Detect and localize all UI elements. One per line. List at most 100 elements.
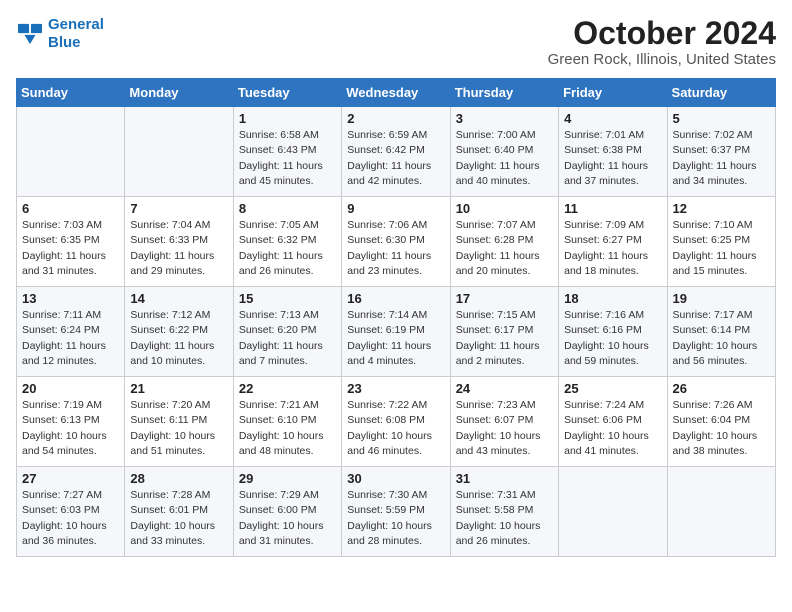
calendar-body: 1 Sunrise: 6:58 AMSunset: 6:43 PMDaylight… <box>17 107 776 557</box>
calendar-cell <box>667 467 775 557</box>
day-number: 1 <box>239 111 336 126</box>
day-info: Sunrise: 7:22 AMSunset: 6:08 PMDaylight:… <box>347 398 444 459</box>
calendar-cell: 23 Sunrise: 7:22 AMSunset: 6:08 PMDayligh… <box>342 377 450 467</box>
day-header-thursday: Thursday <box>450 79 558 107</box>
calendar-cell: 17 Sunrise: 7:15 AMSunset: 6:17 PMDayligh… <box>450 287 558 377</box>
day-info: Sunrise: 7:10 AMSunset: 6:25 PMDaylight:… <box>673 218 770 279</box>
calendar-cell: 19 Sunrise: 7:17 AMSunset: 6:14 PMDayligh… <box>667 287 775 377</box>
day-number: 16 <box>347 291 444 306</box>
day-info: Sunrise: 6:58 AMSunset: 6:43 PMDaylight:… <box>239 128 336 189</box>
logo: General Blue <box>16 16 104 52</box>
calendar-cell: 27Sunrise: 7:27 AMSunset: 6:03 PMDayligh… <box>17 467 125 557</box>
calendar-cell: 28 Sunrise: 7:28 AMSunset: 6:01 PMDayligh… <box>125 467 233 557</box>
calendar-cell: 25 Sunrise: 7:24 AMSunset: 6:06 PMDayligh… <box>559 377 667 467</box>
day-info: Sunrise: 7:19 AMSunset: 6:13 PMDaylight:… <box>22 398 119 459</box>
day-info: Sunrise: 7:13 AMSunset: 6:20 PMDaylight:… <box>239 308 336 369</box>
day-info: Sunrise: 7:06 AMSunset: 6:30 PMDaylight:… <box>347 218 444 279</box>
day-info: Sunrise: 7:26 AMSunset: 6:04 PMDaylight:… <box>673 398 770 459</box>
location: Green Rock, Illinois, United States <box>548 51 776 68</box>
day-number: 10 <box>456 201 553 216</box>
day-info: Sunrise: 7:31 AMSunset: 5:58 PMDaylight:… <box>456 488 553 549</box>
calendar-cell: 15Sunrise: 7:13 AMSunset: 6:20 PMDayligh… <box>233 287 341 377</box>
day-number: 3 <box>456 111 553 126</box>
calendar-cell: 11Sunrise: 7:09 AMSunset: 6:27 PMDayligh… <box>559 197 667 287</box>
calendar-cell: 1 Sunrise: 6:58 AMSunset: 6:43 PMDaylight… <box>233 107 341 197</box>
day-info: Sunrise: 7:01 AMSunset: 6:38 PMDaylight:… <box>564 128 661 189</box>
day-info: Sunrise: 7:24 AMSunset: 6:06 PMDaylight:… <box>564 398 661 459</box>
logo-text: General Blue <box>48 16 104 52</box>
calendar-cell <box>559 467 667 557</box>
calendar-cell: 7 Sunrise: 7:04 AMSunset: 6:33 PMDaylight… <box>125 197 233 287</box>
day-number: 29 <box>239 471 336 486</box>
day-number: 6 <box>22 201 119 216</box>
calendar-cell: 9 Sunrise: 7:06 AMSunset: 6:30 PMDaylight… <box>342 197 450 287</box>
calendar-week-row: 6 Sunrise: 7:03 AMSunset: 6:35 PMDaylight… <box>17 197 776 287</box>
day-number: 8 <box>239 201 336 216</box>
calendar-cell: 24Sunrise: 7:23 AMSunset: 6:07 PMDayligh… <box>450 377 558 467</box>
day-info: Sunrise: 7:05 AMSunset: 6:32 PMDaylight:… <box>239 218 336 279</box>
day-info: Sunrise: 7:14 AMSunset: 6:19 PMDaylight:… <box>347 308 444 369</box>
calendar-cell: 2Sunrise: 6:59 AMSunset: 6:42 PMDaylight… <box>342 107 450 197</box>
day-number: 5 <box>673 111 770 126</box>
day-number: 11 <box>564 201 661 216</box>
page-header: General Blue October 2024 Green Rock, Il… <box>16 16 776 68</box>
calendar-cell: 14 Sunrise: 7:12 AMSunset: 6:22 PMDayligh… <box>125 287 233 377</box>
day-number: 14 <box>130 291 227 306</box>
day-number: 20 <box>22 381 119 396</box>
calendar-cell: 4Sunrise: 7:01 AMSunset: 6:38 PMDaylight… <box>559 107 667 197</box>
day-number: 17 <box>456 291 553 306</box>
title-block: October 2024 Green Rock, Illinois, Unite… <box>548 16 776 68</box>
calendar-cell <box>125 107 233 197</box>
day-info: Sunrise: 7:07 AMSunset: 6:28 PMDaylight:… <box>456 218 553 279</box>
calendar-cell: 6 Sunrise: 7:03 AMSunset: 6:35 PMDaylight… <box>17 197 125 287</box>
calendar-week-row: 20 Sunrise: 7:19 AMSunset: 6:13 PMDayligh… <box>17 377 776 467</box>
calendar-cell: 5 Sunrise: 7:02 AMSunset: 6:37 PMDaylight… <box>667 107 775 197</box>
day-info: Sunrise: 7:11 AMSunset: 6:24 PMDaylight:… <box>22 308 119 369</box>
calendar-header-row: SundayMondayTuesdayWednesdayThursdayFrid… <box>17 79 776 107</box>
day-number: 24 <box>456 381 553 396</box>
day-number: 12 <box>673 201 770 216</box>
day-number: 13 <box>22 291 119 306</box>
month-title: October 2024 <box>548 16 776 51</box>
day-info: Sunrise: 7:02 AMSunset: 6:37 PMDaylight:… <box>673 128 770 189</box>
day-info: Sunrise: 7:30 AMSunset: 5:59 PMDaylight:… <box>347 488 444 549</box>
calendar-cell: 12 Sunrise: 7:10 AMSunset: 6:25 PMDayligh… <box>667 197 775 287</box>
day-number: 19 <box>673 291 770 306</box>
day-info: Sunrise: 7:29 AMSunset: 6:00 PMDaylight:… <box>239 488 336 549</box>
calendar-cell: 21 Sunrise: 7:20 AMSunset: 6:11 PMDayligh… <box>125 377 233 467</box>
day-header-sunday: Sunday <box>17 79 125 107</box>
day-info: Sunrise: 7:20 AMSunset: 6:11 PMDaylight:… <box>130 398 227 459</box>
calendar-cell: 22Sunrise: 7:21 AMSunset: 6:10 PMDayligh… <box>233 377 341 467</box>
day-header-wednesday: Wednesday <box>342 79 450 107</box>
day-number: 31 <box>456 471 553 486</box>
calendar-week-row: 27Sunrise: 7:27 AMSunset: 6:03 PMDayligh… <box>17 467 776 557</box>
calendar-cell: 31 Sunrise: 7:31 AMSunset: 5:58 PMDayligh… <box>450 467 558 557</box>
day-number: 22 <box>239 381 336 396</box>
calendar-cell: 8 Sunrise: 7:05 AMSunset: 6:32 PMDaylight… <box>233 197 341 287</box>
day-header-monday: Monday <box>125 79 233 107</box>
day-number: 26 <box>673 381 770 396</box>
day-info: Sunrise: 7:15 AMSunset: 6:17 PMDaylight:… <box>456 308 553 369</box>
calendar-table: SundayMondayTuesdayWednesdayThursdayFrid… <box>16 78 776 557</box>
day-number: 23 <box>347 381 444 396</box>
day-number: 9 <box>347 201 444 216</box>
day-info: Sunrise: 7:03 AMSunset: 6:35 PMDaylight:… <box>22 218 119 279</box>
day-number: 25 <box>564 381 661 396</box>
calendar-cell: 26 Sunrise: 7:26 AMSunset: 6:04 PMDayligh… <box>667 377 775 467</box>
day-number: 7 <box>130 201 227 216</box>
logo-blue-word: Blue <box>48 34 81 51</box>
day-info: Sunrise: 7:17 AMSunset: 6:14 PMDaylight:… <box>673 308 770 369</box>
day-info: Sunrise: 7:28 AMSunset: 6:01 PMDaylight:… <box>130 488 227 549</box>
calendar-cell: 10 Sunrise: 7:07 AMSunset: 6:28 PMDayligh… <box>450 197 558 287</box>
day-number: 28 <box>130 471 227 486</box>
logo-general: General <box>48 16 104 33</box>
day-info: Sunrise: 7:27 AMSunset: 6:03 PMDaylight:… <box>22 488 119 549</box>
day-number: 21 <box>130 381 227 396</box>
day-info: Sunrise: 7:12 AMSunset: 6:22 PMDaylight:… <box>130 308 227 369</box>
day-number: 2 <box>347 111 444 126</box>
day-number: 30 <box>347 471 444 486</box>
calendar-cell: 20 Sunrise: 7:19 AMSunset: 6:13 PMDayligh… <box>17 377 125 467</box>
calendar-cell <box>17 107 125 197</box>
calendar-cell: 3Sunrise: 7:00 AMSunset: 6:40 PMDaylight… <box>450 107 558 197</box>
day-info: Sunrise: 7:04 AMSunset: 6:33 PMDaylight:… <box>130 218 227 279</box>
